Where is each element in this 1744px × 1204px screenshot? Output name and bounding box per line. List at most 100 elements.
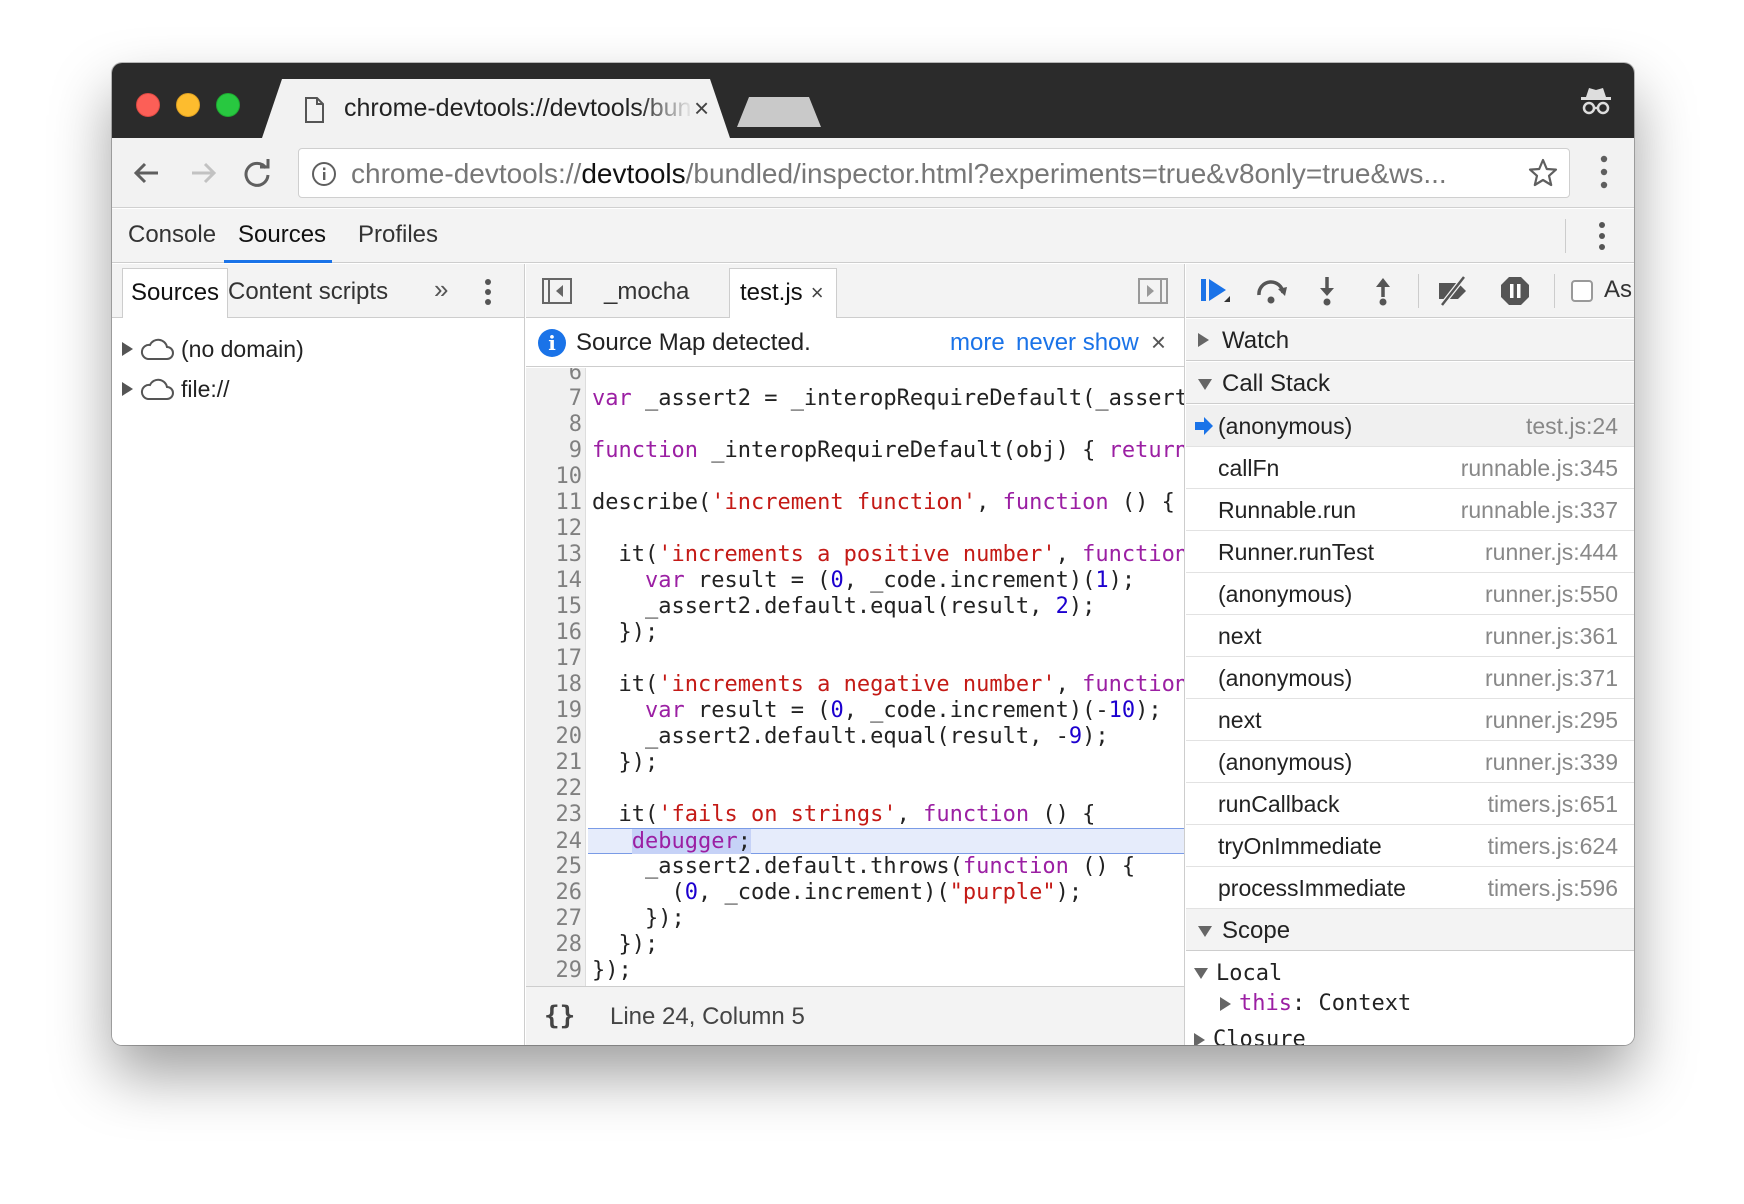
call-frame[interactable]: (anonymous) runner.js:339 [1186, 741, 1634, 783]
call-frame[interactable]: tryOnImmediate timers.js:624 [1186, 825, 1634, 867]
frame-location[interactable]: runnable.js:337 [1461, 497, 1618, 524]
collapsed-arrow-icon[interactable] [1198, 333, 1209, 347]
frame-location[interactable]: timers.js:596 [1488, 875, 1618, 902]
line-number[interactable]: 14 [526, 568, 583, 594]
site-info-icon[interactable] [311, 161, 337, 187]
toggle-navigator-icon[interactable] [542, 278, 572, 304]
line-number[interactable]: 15 [526, 594, 583, 620]
close-window-button[interactable] [136, 93, 160, 117]
line-number[interactable]: 25 [526, 854, 583, 880]
forward-arrow-icon[interactable] [186, 156, 220, 190]
line-number[interactable]: 21 [526, 750, 583, 776]
expanded-arrow-icon[interactable] [1198, 379, 1212, 390]
pretty-print-button[interactable]: {} [544, 1001, 575, 1031]
back-arrow-icon[interactable] [130, 156, 164, 190]
nav-tab-content-scripts[interactable]: Content scripts [228, 278, 388, 306]
resume-icon[interactable] [1198, 275, 1232, 307]
line-number[interactable]: 7 [526, 386, 582, 412]
zoom-window-button[interactable] [216, 93, 240, 117]
tab-profiles[interactable]: Profiles [358, 221, 438, 249]
pause-on-exceptions-icon[interactable] [1498, 275, 1532, 307]
tab-sources[interactable]: Sources [238, 221, 326, 249]
scope-this-property[interactable]: this: Context [1220, 991, 1411, 1016]
collapsed-arrow-icon[interactable] [1220, 996, 1231, 1011]
call-frame[interactable]: Runner.runTest runner.js:444 [1186, 531, 1634, 573]
infobar-more-link[interactable]: more [950, 329, 1005, 357]
line-number[interactable]: 10 [526, 464, 583, 490]
call-frame[interactable]: (anonymous) runner.js:371 [1186, 657, 1634, 699]
editor-tab-test-js[interactable]: test.js × [729, 268, 837, 318]
expanded-arrow-icon[interactable] [1194, 968, 1208, 979]
line-number[interactable]: 18 [526, 672, 583, 698]
line-number[interactable]: 13 [526, 542, 583, 568]
line-number[interactable]: 6 [526, 368, 582, 386]
call-frame[interactable]: processImmediate timers.js:596 [1186, 867, 1634, 909]
collapsed-arrow-icon[interactable] [1194, 1032, 1205, 1045]
line-number[interactable]: 24 [526, 829, 583, 855]
line-number[interactable]: 26 [526, 880, 583, 906]
line-number[interactable]: 11 [526, 490, 583, 516]
expand-arrow-icon[interactable] [122, 342, 133, 356]
step-over-icon[interactable] [1254, 275, 1288, 307]
frame-location[interactable]: timers.js:624 [1488, 833, 1618, 860]
browser-menu-icon[interactable] [1600, 154, 1608, 190]
call-frame[interactable]: next runner.js:361 [1186, 615, 1634, 657]
tree-item-no-domain[interactable]: (no domain) [122, 332, 304, 366]
call-frame[interactable]: runCallback timers.js:651 [1186, 783, 1634, 825]
scope-section-header[interactable]: Scope [1186, 909, 1634, 951]
devtools-menu-icon[interactable] [1598, 221, 1606, 251]
infobar-never-show-link[interactable]: never show [1016, 329, 1139, 357]
browser-tab-close-icon[interactable]: × [694, 93, 709, 123]
deactivate-breakpoints-icon[interactable] [1436, 275, 1470, 307]
scope-closure[interactable]: Closure [1194, 1027, 1306, 1045]
line-number[interactable]: 23 [526, 802, 583, 828]
scope-local[interactable]: Local [1194, 961, 1282, 986]
line-number[interactable]: 19 [526, 698, 583, 724]
frame-location[interactable]: runner.js:361 [1485, 623, 1618, 650]
frame-location[interactable]: runner.js:550 [1485, 581, 1618, 608]
close-tab-icon[interactable]: × [811, 280, 824, 305]
frame-location[interactable]: timers.js:651 [1488, 791, 1618, 818]
async-checkbox[interactable] [1571, 280, 1593, 302]
tab-console[interactable]: Console [128, 221, 216, 249]
step-out-icon[interactable] [1366, 275, 1400, 307]
nav-tab-sources[interactable]: Sources [122, 268, 229, 318]
address-bar[interactable]: chrome-devtools://devtools/bundled/inspe… [298, 148, 1570, 198]
frame-location[interactable]: runner.js:444 [1485, 539, 1618, 566]
new-tab-button[interactable] [737, 97, 821, 127]
line-number[interactable]: 29 [526, 958, 583, 984]
navigator-menu-icon[interactable] [484, 278, 492, 306]
call-frame[interactable]: next runner.js:295 [1186, 699, 1634, 741]
frame-location[interactable]: runnable.js:345 [1461, 455, 1618, 482]
frame-location[interactable]: runner.js:339 [1485, 749, 1618, 776]
expand-arrow-icon[interactable] [122, 382, 133, 396]
line-number[interactable]: 17 [526, 646, 583, 672]
call-frame[interactable]: (anonymous) runner.js:550 [1186, 573, 1634, 615]
editor-tab-mocha[interactable]: _mocha [604, 278, 689, 306]
toggle-debugger-icon[interactable] [1138, 278, 1168, 304]
line-number[interactable]: 16 [526, 620, 583, 646]
frame-location[interactable]: runner.js:295 [1485, 707, 1618, 734]
bookmark-star-icon[interactable] [1527, 157, 1559, 189]
minimize-window-button[interactable] [176, 93, 200, 117]
line-number[interactable]: 8 [526, 412, 582, 438]
line-number[interactable]: 12 [526, 516, 583, 542]
frame-location[interactable]: runner.js:371 [1485, 665, 1618, 692]
infobar-close-icon[interactable]: × [1151, 327, 1166, 358]
line-number[interactable]: 20 [526, 724, 583, 750]
line-number[interactable]: 9 [526, 438, 582, 464]
call-stack-section-header[interactable]: Call Stack [1186, 362, 1634, 404]
call-frame[interactable]: (anonymous) test.js:24 [1186, 405, 1634, 447]
code-editor[interactable]: 6 7 var _assert2 = _interopRequireDefault… [526, 368, 1184, 986]
expanded-arrow-icon[interactable] [1198, 926, 1212, 937]
frame-location[interactable]: test.js:24 [1526, 413, 1618, 440]
browser-tab-active[interactable]: chrome-devtools://devtools/bundled/inspe… [262, 79, 730, 138]
call-frame[interactable]: Runnable.run runnable.js:337 [1186, 489, 1634, 531]
line-number[interactable]: 22 [526, 776, 583, 802]
step-into-icon[interactable] [1310, 275, 1344, 307]
reload-icon[interactable] [240, 156, 274, 190]
line-number[interactable]: 27 [526, 906, 583, 932]
more-tabs-icon[interactable]: » [434, 274, 448, 305]
call-frame[interactable]: callFn runnable.js:345 [1186, 447, 1634, 489]
line-number[interactable]: 28 [526, 932, 583, 958]
